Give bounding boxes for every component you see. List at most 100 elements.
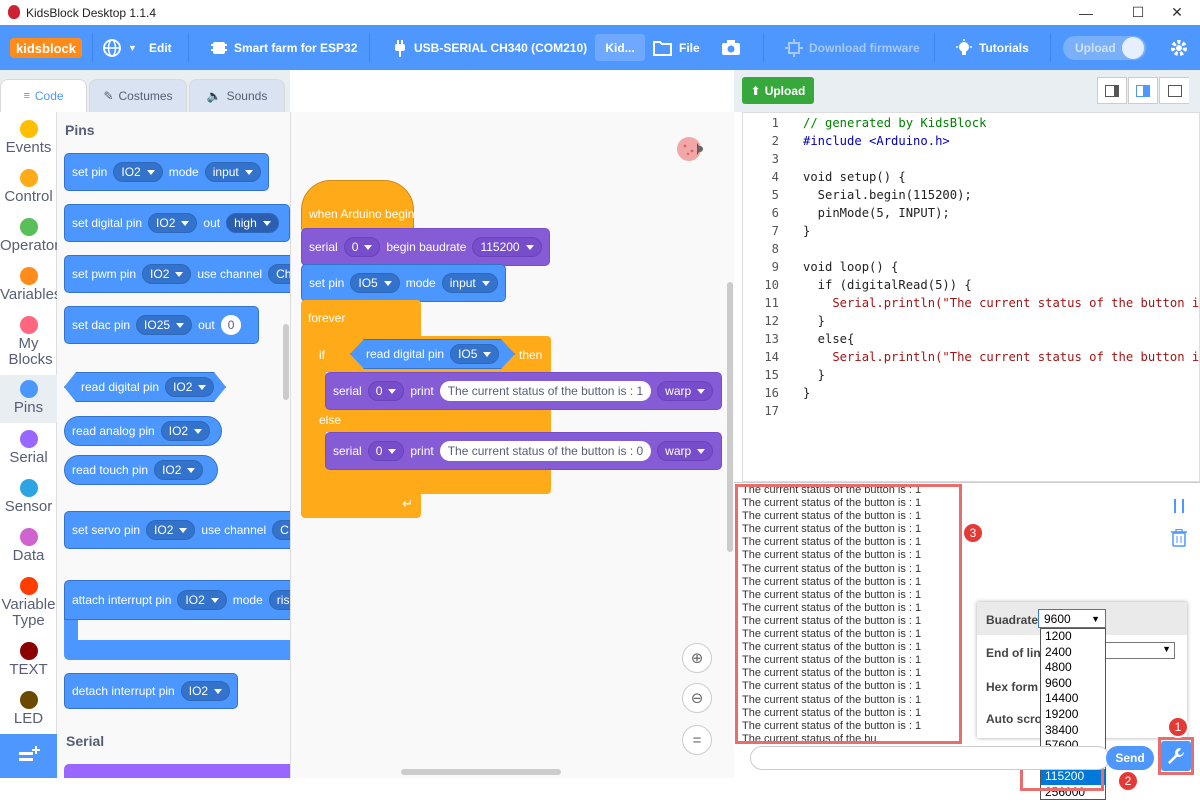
pin-dropdown[interactable]: IO5 [450, 344, 499, 364]
upload-button[interactable]: ⬆ Upload [742, 77, 814, 104]
port-dropdown[interactable]: 0 [343, 237, 381, 257]
pin-dropdown[interactable]: IO2 [165, 377, 214, 397]
workspace-vertical-scrollbar[interactable] [727, 282, 733, 552]
block-read-digital-pin[interactable]: read digital pin IO2 [64, 372, 226, 402]
pin-dropdown[interactable]: IO2 [177, 590, 227, 610]
mode-dropdown[interactable]: input [204, 162, 261, 182]
block-forever[interactable]: forever ↵ if read digital pin IO5 then e… [301, 300, 722, 520]
pin-dropdown[interactable]: IO2 [154, 460, 204, 480]
port-dropdown[interactable]: 0 [367, 381, 405, 401]
layout-stage-button[interactable] [1128, 77, 1158, 104]
value-input[interactable]: 0 [220, 315, 242, 335]
port-menu[interactable]: USB-SERIAL CH340 (COM210) [392, 25, 587, 70]
download-firmware-button[interactable]: Download firmware [785, 25, 920, 70]
category-pins[interactable]: Pins [0, 375, 57, 423]
language-menu[interactable]: ▼ [102, 25, 137, 70]
baudrate-option[interactable]: 9600 [1041, 676, 1105, 692]
block-attach-interrupt[interactable]: attach interrupt pin IO2 mode ris [64, 580, 290, 662]
print-text-input[interactable]: The current status of the button is : 1 [439, 381, 652, 401]
zoom-out-button[interactable]: ⊖ [682, 683, 712, 713]
file-menu[interactable]: File [653, 25, 700, 70]
workspace-horizontal-scrollbar[interactable] [401, 769, 561, 775]
code-editor[interactable]: 1 // generated by KidsBlock 2 #include <Ar… [742, 112, 1200, 482]
pin-dropdown[interactable]: IO25 [136, 315, 193, 335]
mode-dropdown[interactable]: ris [268, 590, 290, 610]
block-read-analog-pin[interactable]: read analog pin IO2 [64, 416, 222, 446]
device-menu[interactable]: Smart farm for ESP32 [210, 25, 357, 70]
project-name-field[interactable]: Kid... [595, 34, 645, 61]
category-operators[interactable]: Operators [0, 218, 57, 254]
pin-dropdown[interactable]: IO2 [148, 213, 198, 233]
print-mode-dropdown[interactable]: warp [657, 381, 714, 401]
block-set-pwm-pin[interactable]: set pwm pin IO2 use channel Ch [64, 255, 290, 293]
send-input[interactable] [750, 746, 1110, 770]
block-serial-partial[interactable] [64, 764, 290, 778]
pin-dropdown[interactable]: IO2 [142, 264, 192, 284]
category-sensor[interactable]: Sensor [0, 479, 57, 515]
channel-dropdown[interactable]: Ch [268, 264, 290, 284]
baudrate-option[interactable]: 19200 [1041, 707, 1105, 723]
block-set-digital-pin[interactable]: set digital pin IO2 out high [64, 204, 290, 242]
tutorials-button[interactable]: Tutorials [955, 25, 1029, 70]
screenshot-button[interactable] [721, 25, 741, 70]
baudrate-select[interactable]: 9600 ▼ [1038, 609, 1106, 628]
baudrate-dropdown[interactable]: 115200 [472, 237, 542, 257]
baudrate-option[interactable]: 4800 [1041, 660, 1105, 676]
condition-read-digital[interactable]: read digital pin IO5 [350, 339, 515, 369]
tab-costumes[interactable]: ✎ Costumes [89, 79, 187, 112]
block-read-touch-pin[interactable]: read touch pin IO2 [64, 455, 218, 485]
edit-menu[interactable]: Edit [149, 25, 172, 70]
block-if-else[interactable]: if read digital pin IO5 then else serial… [314, 336, 722, 494]
category-variable-type[interactable]: Variable Type [0, 577, 57, 629]
pin-dropdown[interactable]: IO2 [180, 681, 231, 701]
block-serial-print-1[interactable]: serial 0 print The current status of the… [325, 372, 722, 410]
category-control[interactable]: Control [0, 169, 57, 205]
add-extension-button[interactable] [0, 734, 57, 778]
category-serial[interactable]: Serial [0, 430, 57, 466]
close-button[interactable]: ✕ [1154, 0, 1200, 25]
channel-dropdown[interactable]: C [272, 520, 290, 540]
upload-mode-toggle[interactable]: Upload [1063, 36, 1146, 60]
clear-output-button[interactable] [1166, 524, 1192, 552]
block-set-pin-io5[interactable]: set pin IO5 mode input [301, 264, 506, 302]
zoom-reset-button[interactable]: = [682, 725, 712, 755]
category-led[interactable]: LED [0, 691, 57, 727]
block-detach-interrupt[interactable]: detach interrupt pin IO2 [64, 673, 238, 709]
pause-button[interactable] [1166, 492, 1192, 520]
baudrate-option[interactable]: 1200 [1041, 629, 1105, 645]
pin-dropdown[interactable]: IO2 [146, 520, 196, 540]
category-my-blocks[interactable]: My Blocks [0, 316, 57, 368]
minimize-button[interactable]: — [1063, 0, 1109, 25]
block-set-servo-pin[interactable]: set servo pin IO2 use channel C [64, 511, 290, 549]
print-text-input[interactable]: The current status of the button is : 0 [439, 441, 652, 461]
category-data[interactable]: Data [0, 528, 57, 564]
category-variables[interactable]: Variables [0, 267, 57, 303]
mode-dropdown[interactable]: input [441, 273, 498, 293]
block-set-pin-mode[interactable]: set pin IO2 mode input [64, 153, 269, 191]
layout-full-button[interactable] [1159, 77, 1189, 104]
print-mode-dropdown[interactable]: warp [657, 441, 714, 461]
layout-split-button[interactable] [1097, 77, 1127, 104]
level-dropdown[interactable]: high [226, 213, 279, 233]
block-serial-begin[interactable]: serial 0 begin baudrate 115200 [301, 228, 550, 266]
tab-code[interactable]: ≡ Code [0, 79, 87, 112]
tab-sounds[interactable]: 🔈 Sounds [189, 79, 285, 112]
baudrate-option[interactable]: 38400 [1041, 723, 1105, 739]
block-when-arduino-begin[interactable]: when Arduino begin [301, 180, 414, 232]
baudrate-option[interactable]: 2400 [1041, 645, 1105, 661]
pin-dropdown[interactable]: IO5 [350, 273, 400, 293]
category-events[interactable]: Events [0, 120, 57, 156]
block-set-dac-pin[interactable]: set dac pin IO25 out 0 [64, 306, 259, 344]
zoom-in-button[interactable]: ⊕ [682, 643, 712, 673]
block-serial-print-0[interactable]: serial 0 print The current status of the… [325, 432, 722, 470]
script-workspace[interactable]: when Arduino begin serial 0 begin baudra… [290, 112, 734, 778]
category-text[interactable]: TEXT [0, 642, 57, 678]
port-dropdown[interactable]: 0 [367, 441, 405, 461]
pin-dropdown[interactable]: IO2 [160, 421, 211, 441]
palette-scrollbar[interactable] [283, 324, 289, 400]
settings-button[interactable] [1169, 25, 1189, 70]
baudrate-option[interactable]: 14400 [1041, 691, 1105, 707]
end-of-line-select[interactable]: ▼ [1103, 642, 1175, 659]
send-button[interactable]: Send [1106, 746, 1154, 770]
pin-dropdown[interactable]: IO2 [113, 162, 163, 182]
